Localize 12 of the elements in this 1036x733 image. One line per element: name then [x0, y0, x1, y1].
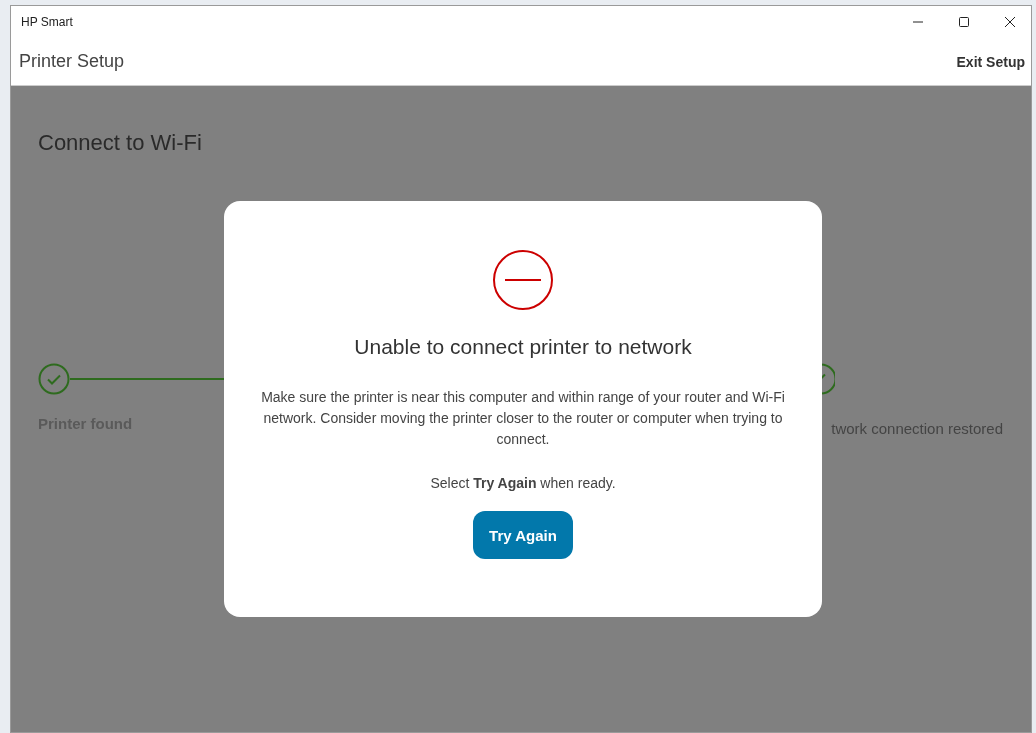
dialog-message: Make sure the printer is near this computer and within range of your router and Wi-Fi network. Consider moving the printer closer to the router or computer when trying to connect.: [260, 388, 786, 449]
dialog-title: Unable to connect printer to network: [354, 335, 692, 359]
window-title: HP Smart: [21, 15, 73, 29]
step-label: twork connection restored: [831, 420, 1003, 437]
close-icon[interactable]: [1003, 15, 1017, 29]
page-header-title: Printer Setup: [19, 51, 125, 72]
error-circle-icon: [492, 249, 554, 311]
exit-setup-link[interactable]: Exit Setup: [956, 53, 1025, 70]
try-again-button[interactable]: Try Again: [473, 511, 573, 559]
page-title: Connect to Wi-Fi: [38, 130, 203, 156]
dialog-hint: Select Try Again when ready.: [430, 475, 616, 491]
maximize-icon[interactable]: [957, 15, 971, 29]
